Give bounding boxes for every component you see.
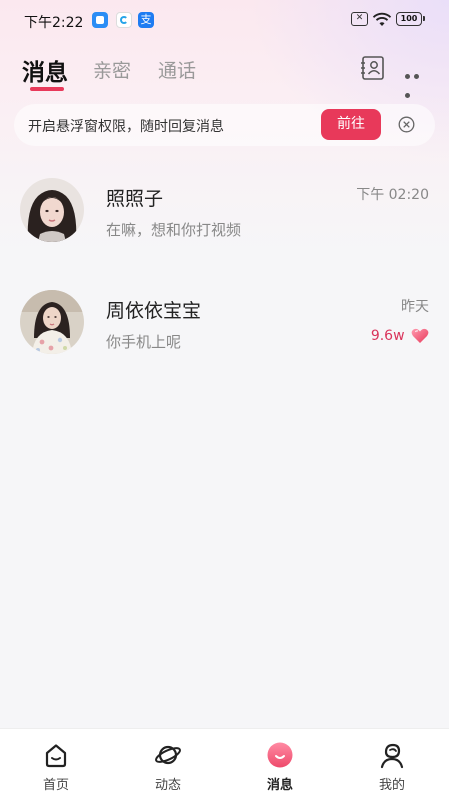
avatar-image <box>20 178 84 242</box>
chat-list-item[interactable]: 照照子 在嘛，想和你打视频 下午 02:20 <box>0 170 449 270</box>
status-time: 下午2:22 <box>24 15 84 31</box>
nav-label: 我的 <box>378 778 405 793</box>
chat-time: 昨天 <box>401 299 429 315</box>
tab-messages[interactable]: 消息 <box>22 53 68 87</box>
intimacy-value: 9.6w <box>371 328 429 344</box>
nav-item-messages[interactable]: 消息 <box>224 729 336 800</box>
chat-list-item[interactable]: 周依依宝宝 你手机上呢 昨天 9.6w <box>0 282 449 382</box>
chat-name: 周依依宝宝 <box>106 300 202 322</box>
heart-icon <box>411 328 429 343</box>
avatar[interactable] <box>20 178 84 242</box>
battery-icon: 100 <box>396 12 425 26</box>
chat-name: 照照子 <box>106 188 164 210</box>
nav-item-feed[interactable]: 动态 <box>112 729 224 800</box>
intimacy-text: 9.6w <box>370 328 405 344</box>
chat-preview: 你手机上呢 <box>106 333 182 351</box>
nav-label: 动态 <box>154 778 181 793</box>
bottom-nav: 首页 动态 消息 我的 <box>0 728 449 800</box>
avatar[interactable] <box>20 290 84 354</box>
profile-icon <box>380 743 404 769</box>
wifi-icon <box>372 12 392 26</box>
nav-label: 首页 <box>42 778 69 793</box>
nav-label: 消息 <box>266 778 293 793</box>
banner-text: 开启悬浮窗权限，随时回复消息 <box>28 119 224 135</box>
app-notification-icon <box>92 12 108 28</box>
avatar-image <box>20 290 84 354</box>
alipay-notification-icon: 支 <box>138 12 154 28</box>
more-icon[interactable] <box>405 64 431 98</box>
nav-item-profile[interactable]: 我的 <box>336 729 448 800</box>
banner-go-button[interactable]: 前往 <box>321 109 381 140</box>
no-sim-icon: ✕ <box>351 12 368 26</box>
browser-notification-icon <box>116 12 132 28</box>
active-tab-indicator <box>30 87 64 91</box>
home-icon <box>45 744 67 768</box>
nav-item-home[interactable]: 首页 <box>0 729 112 800</box>
chat-time: 下午 02:20 <box>356 187 429 203</box>
message-icon <box>267 742 293 768</box>
planet-icon <box>155 745 181 765</box>
status-bar: 下午2:22 支 ✕ 100 <box>0 0 449 42</box>
close-icon[interactable] <box>398 116 415 133</box>
tab-calls[interactable]: 通话 <box>158 56 196 83</box>
chat-preview: 在嘛，想和你打视频 <box>106 221 242 239</box>
contacts-icon[interactable] <box>360 55 386 81</box>
tab-intimate[interactable]: 亲密 <box>93 56 131 83</box>
floating-window-banner: 开启悬浮窗权限，随时回复消息 前往 <box>14 104 435 146</box>
